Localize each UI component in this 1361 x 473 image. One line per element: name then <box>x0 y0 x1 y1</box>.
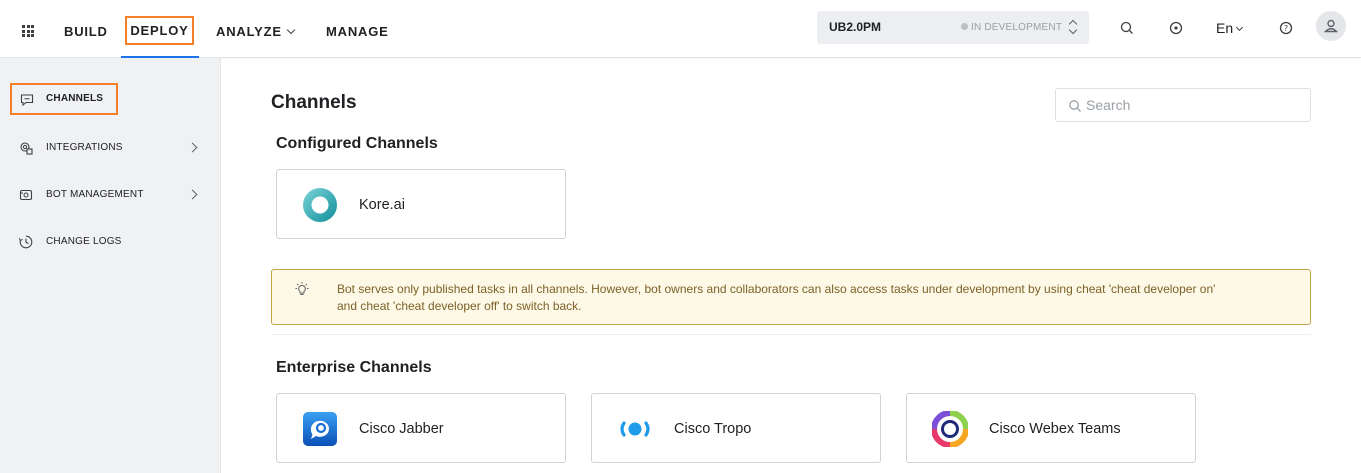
bot-icon <box>19 189 33 201</box>
nav-deploy[interactable]: DEPLOY <box>125 16 194 45</box>
enterprise-channels-heading: Enterprise Channels <box>276 359 432 376</box>
target-icon[interactable] <box>1167 19 1185 37</box>
channel-card-cisco-jabber[interactable]: Cisco Jabber <box>276 393 566 463</box>
search-box[interactable] <box>1055 88 1311 122</box>
search-icon[interactable] <box>1118 19 1136 37</box>
nav-manage[interactable]: MANAGE <box>326 24 389 39</box>
nav-build[interactable]: BUILD <box>64 24 108 39</box>
svg-text:?: ? <box>1284 24 1288 33</box>
bot-name: UB2.0PM <box>829 20 882 34</box>
search-input[interactable] <box>1086 95 1301 115</box>
top-bar: BUILD DEPLOY ANALYZE MANAGE UB2.0PM IN D… <box>0 0 1361 58</box>
language-selector[interactable]: En <box>1216 20 1244 36</box>
page-title: Channels <box>271 92 357 113</box>
section-divider <box>271 334 1311 335</box>
sidebar-item-change-logs[interactable]: CHANGE LOGS <box>0 226 221 258</box>
lightbulb-icon <box>295 282 309 295</box>
info-note-text: Bot serves only published tasks in all c… <box>337 282 1216 313</box>
clock-icon <box>18 235 33 249</box>
sidebar-item-bot-management[interactable]: BOT MANAGEMENT <box>0 179 221 211</box>
sidebar-item-channels[interactable]: CHANNELS <box>10 83 118 115</box>
chevron-down-icon <box>1236 23 1244 32</box>
up-down-chevron-icon <box>1069 19 1077 35</box>
help-icon[interactable]: ? <box>1277 19 1295 37</box>
channel-name: Cisco Tropo <box>674 421 752 437</box>
status-dot-icon <box>961 23 968 30</box>
configured-channels-heading: Configured Channels <box>276 135 438 152</box>
app-grid-icon[interactable] <box>22 25 34 37</box>
koreai-logo-icon <box>303 188 337 222</box>
sidebar-item-integrations[interactable]: INTEGRATIONS <box>0 132 221 164</box>
chevron-down-icon <box>286 25 296 35</box>
cisco-tropo-logo-icon <box>620 421 650 437</box>
bot-status-label: IN DEVELOPMENT <box>971 22 1063 33</box>
language-label: En <box>1216 20 1234 36</box>
sidebar-item-label: INTEGRATIONS <box>46 142 123 153</box>
chevron-right-icon <box>187 189 198 200</box>
bot-selector[interactable]: UB2.0PM IN DEVELOPMENT <box>817 11 1089 44</box>
sidebar-item-label: CHANGE LOGS <box>46 236 122 247</box>
bot-status: IN DEVELOPMENT <box>961 22 1062 33</box>
cisco-jabber-logo-icon <box>303 412 337 446</box>
chevron-right-icon <box>187 142 198 153</box>
integrations-icon <box>20 142 33 155</box>
channel-name: Cisco Jabber <box>359 421 444 437</box>
cisco-webex-logo-icon <box>932 411 968 447</box>
chat-icon <box>20 94 34 107</box>
nav-analyze-label: ANALYZE <box>216 24 282 39</box>
channel-card-koreai[interactable]: Kore.ai <box>276 169 566 239</box>
search-icon <box>1069 100 1081 112</box>
channel-name: Kore.ai <box>359 197 405 213</box>
sidebar-item-label: BOT MANAGEMENT <box>46 189 144 200</box>
sidebar: CHANNELS INTEGRATIONS BOT MANAGEMENT CHA… <box>0 58 221 473</box>
avatar[interactable] <box>1316 11 1346 41</box>
user-icon <box>1323 19 1339 33</box>
channel-name: Cisco Webex Teams <box>989 421 1121 437</box>
channel-card-cisco-tropo[interactable]: Cisco Tropo <box>591 393 881 463</box>
channel-card-cisco-webex-teams[interactable]: Cisco Webex Teams <box>906 393 1196 463</box>
sidebar-item-label: CHANNELS <box>46 93 104 104</box>
nav-analyze[interactable]: ANALYZE <box>216 24 296 39</box>
info-note: Bot serves only published tasks in all c… <box>271 269 1311 325</box>
